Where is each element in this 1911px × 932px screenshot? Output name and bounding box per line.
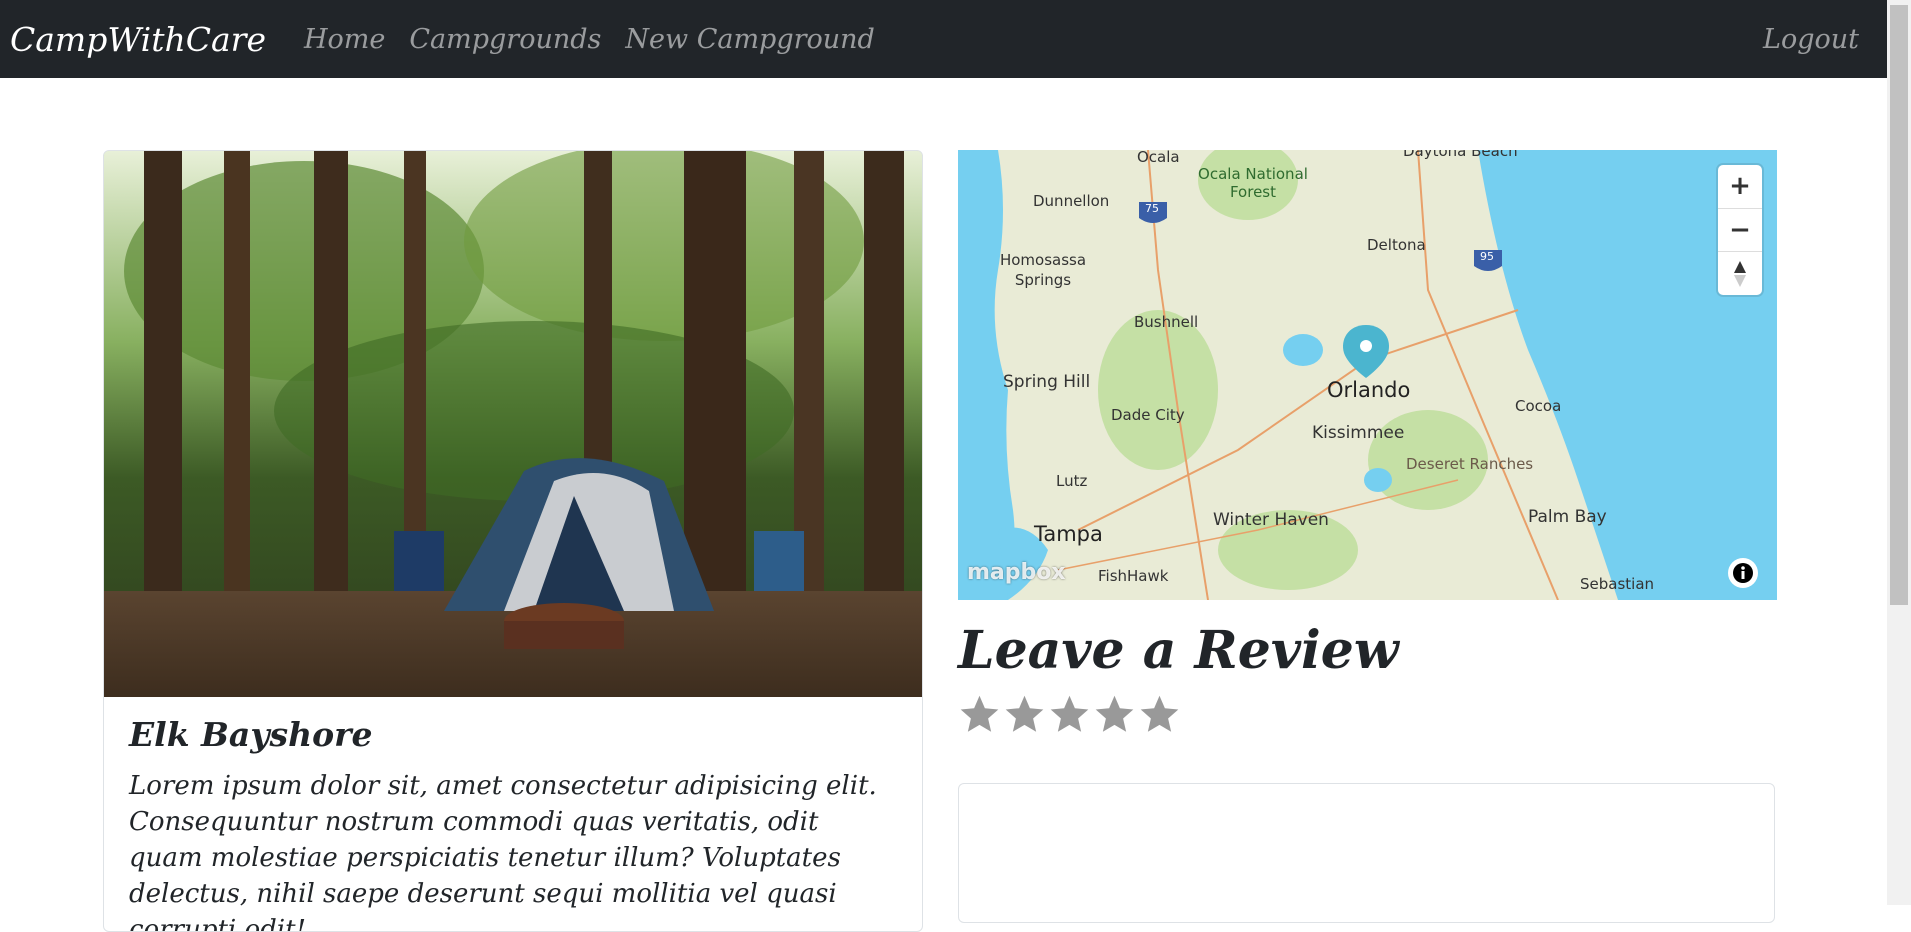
attribution-button[interactable]: [1728, 558, 1758, 588]
star-rating[interactable]: [958, 693, 1181, 736]
map-label-daytona: Daytona Beach: [1403, 150, 1518, 160]
star-icon-4[interactable]: [1093, 693, 1136, 736]
nav-new-campground-link[interactable]: New Campground: [625, 24, 874, 55]
star-icon-5[interactable]: [1138, 693, 1181, 736]
map-label-deltona: Deltona: [1367, 236, 1426, 254]
map-label-bushnell: Bushnell: [1134, 313, 1199, 331]
brand-link[interactable]: CampWithCare: [10, 20, 266, 59]
map-controls: + −: [1718, 165, 1762, 295]
map-label-ocala-forest: Ocala National Forest: [1198, 165, 1308, 201]
zoom-out-button[interactable]: −: [1718, 209, 1762, 253]
campground-photo: [104, 151, 922, 697]
map-shield-i75: 75: [1145, 202, 1159, 215]
map-label-ocala: Ocala: [1137, 150, 1180, 166]
map-label-dunnellon: Dunnellon: [1033, 192, 1110, 210]
map-label-homosassa: Homosassa Springs: [999, 251, 1087, 289]
campground-image: [104, 151, 922, 697]
star-icon-2[interactable]: [1003, 693, 1046, 736]
map-label-spring-hill: Spring Hill: [1003, 372, 1091, 392]
map-label-palm-bay: Palm Bay: [1528, 507, 1607, 527]
map-label-sebastian: Sebastian: [1580, 575, 1655, 593]
campground-title: Elk Bayshore: [129, 715, 373, 754]
map-label-cocoa: Cocoa: [1515, 397, 1562, 415]
map-shield-i95: 95: [1480, 250, 1494, 263]
nav-home-link[interactable]: Home: [304, 24, 385, 55]
star-icon-3[interactable]: [1048, 693, 1091, 736]
campground-description: Lorem ipsum dolor sit, amet consectetur …: [129, 771, 877, 932]
campground-card: Elk Bayshore Lorem ipsum dolor sit, amet…: [103, 150, 923, 932]
review-textarea[interactable]: [958, 783, 1775, 923]
map-label-lutz: Lutz: [1056, 472, 1088, 490]
nav-campgrounds-link[interactable]: Campgrounds: [409, 24, 601, 55]
mapbox-logo[interactable]: mapbox: [967, 560, 1066, 585]
star-icon-1[interactable]: [958, 693, 1001, 736]
card-body: Elk Bayshore Lorem ipsum dolor sit, amet…: [104, 697, 922, 932]
map-label-orlando: Orlando: [1327, 378, 1411, 402]
map-label-winter-haven: Winter Haven: [1213, 510, 1329, 530]
compass-button[interactable]: [1718, 252, 1762, 295]
map-label-tampa: Tampa: [1034, 522, 1103, 546]
info-icon: [1733, 563, 1753, 583]
map-label-fishhawk: FishHawk: [1098, 567, 1169, 585]
map-label-dade-city: Dade City: [1111, 406, 1185, 424]
map-label-deseret: Deseret Ranches: [1406, 455, 1534, 473]
navbar: CampWithCare Home Campgrounds New Campgr…: [0, 0, 1887, 78]
scrollbar-thumb[interactable]: [1890, 5, 1908, 605]
nav-logout-link[interactable]: Logout: [1763, 24, 1859, 55]
compass-icon: [1734, 260, 1746, 287]
map-label-kissimmee: Kissimmee: [1312, 423, 1405, 443]
campground-map[interactable]: Ocala Ocala National Forest Daytona Beac…: [958, 150, 1777, 600]
review-title: Leave a Review: [958, 620, 1399, 681]
zoom-in-button[interactable]: +: [1718, 165, 1762, 209]
